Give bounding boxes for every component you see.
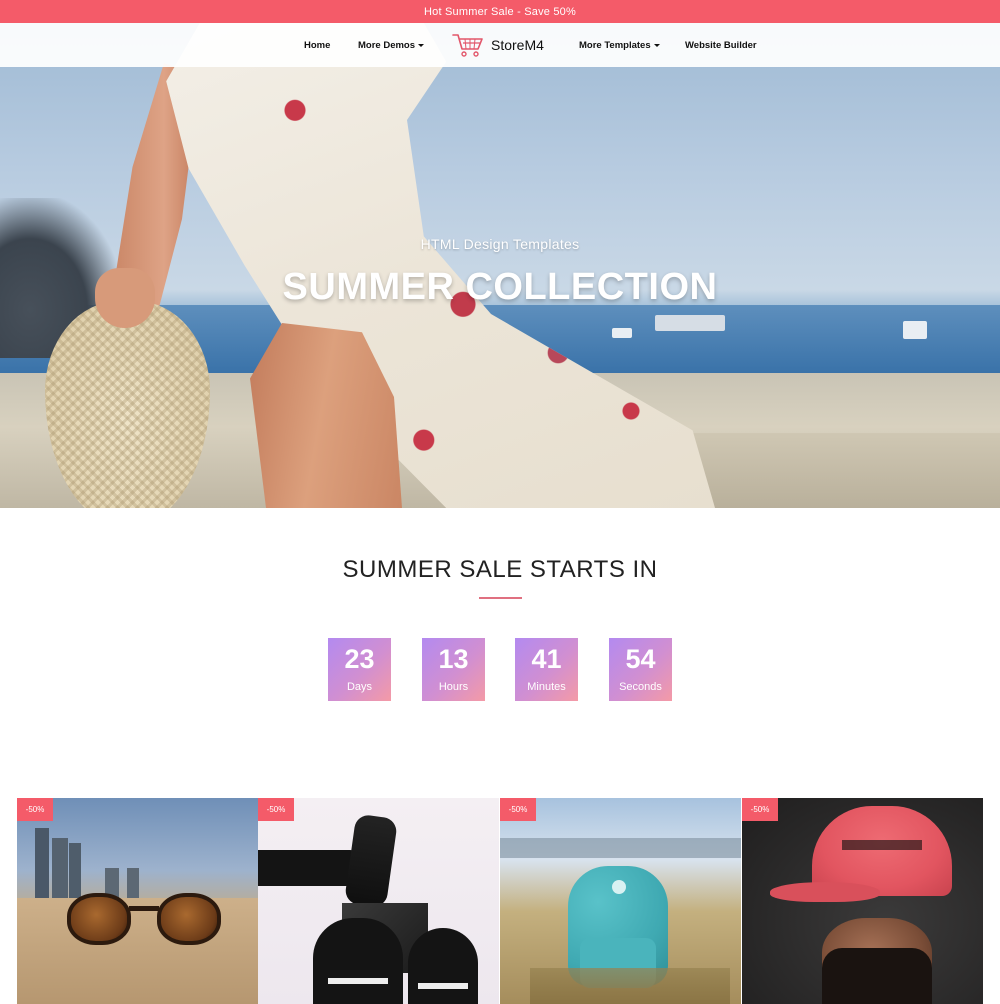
product-card-backpack[interactable]: -50% xyxy=(500,798,741,1004)
discount-badge: -50% xyxy=(17,798,53,821)
countdown-hours-value: 13 xyxy=(438,644,469,674)
countdown-hours-label: Hours xyxy=(438,681,469,693)
main-navbar: Home More Demos StoreM4 More Templates W… xyxy=(0,23,1000,67)
nav-home-link[interactable]: Home xyxy=(304,23,330,67)
product-card-sneakers[interactable]: -50% xyxy=(258,798,499,1004)
product-card-cap[interactable]: -50% xyxy=(742,798,983,1004)
hero-title: SUMMER COLLECTION xyxy=(282,266,718,308)
countdown-minutes: 41 Minutes xyxy=(515,638,578,701)
countdown-hours: 13 Hours xyxy=(422,638,485,701)
countdown-minutes-label: Minutes xyxy=(527,681,566,693)
sneakers-photo xyxy=(343,813,399,909)
caret-down-icon xyxy=(653,43,660,47)
nav-more-templates-label: More Templates xyxy=(579,39,651,51)
nav-website-builder-link[interactable]: Website Builder xyxy=(685,23,757,67)
countdown-days: 23 Days xyxy=(328,638,391,701)
discount-badge: -50% xyxy=(258,798,294,821)
countdown-heading: SUMMER SALE STARTS IN xyxy=(342,556,658,583)
product-card-sunglasses[interactable]: -50% xyxy=(17,798,258,1004)
countdown-seconds: 54 Seconds xyxy=(609,638,672,701)
countdown-days-value: 23 xyxy=(344,644,375,674)
heading-underline xyxy=(479,597,522,599)
sunglasses-photo xyxy=(67,893,131,945)
countdown-days-label: Days xyxy=(346,681,373,693)
nav-home-label: Home xyxy=(304,39,331,51)
nav-more-templates-dropdown[interactable]: More Templates xyxy=(579,23,660,67)
countdown-seconds-label: Seconds xyxy=(619,681,662,693)
hero-image: HTML Design Templates SUMMER COLLECTION xyxy=(0,23,1000,508)
discount-badge: -50% xyxy=(500,798,536,821)
nav-more-demos-label: More Demos xyxy=(358,39,416,51)
shopping-cart-icon xyxy=(452,34,483,57)
nav-more-demos-dropdown[interactable]: More Demos xyxy=(358,23,425,67)
promo-text: Hot Summer Sale - Save 50% xyxy=(424,5,576,18)
countdown-minutes-value: 41 xyxy=(531,644,562,674)
brand-name: StoreM4 xyxy=(491,37,544,53)
discount-badge: -50% xyxy=(742,798,778,821)
countdown-seconds-value: 54 xyxy=(625,644,656,674)
nav-website-builder-label: Website Builder xyxy=(685,39,757,51)
hero-subtitle: HTML Design Templates xyxy=(420,236,580,252)
caret-down-icon xyxy=(418,43,425,47)
top-promo-banner: Hot Summer Sale - Save 50% xyxy=(0,0,1000,23)
brand-logo-link[interactable]: StoreM4 xyxy=(451,23,544,67)
